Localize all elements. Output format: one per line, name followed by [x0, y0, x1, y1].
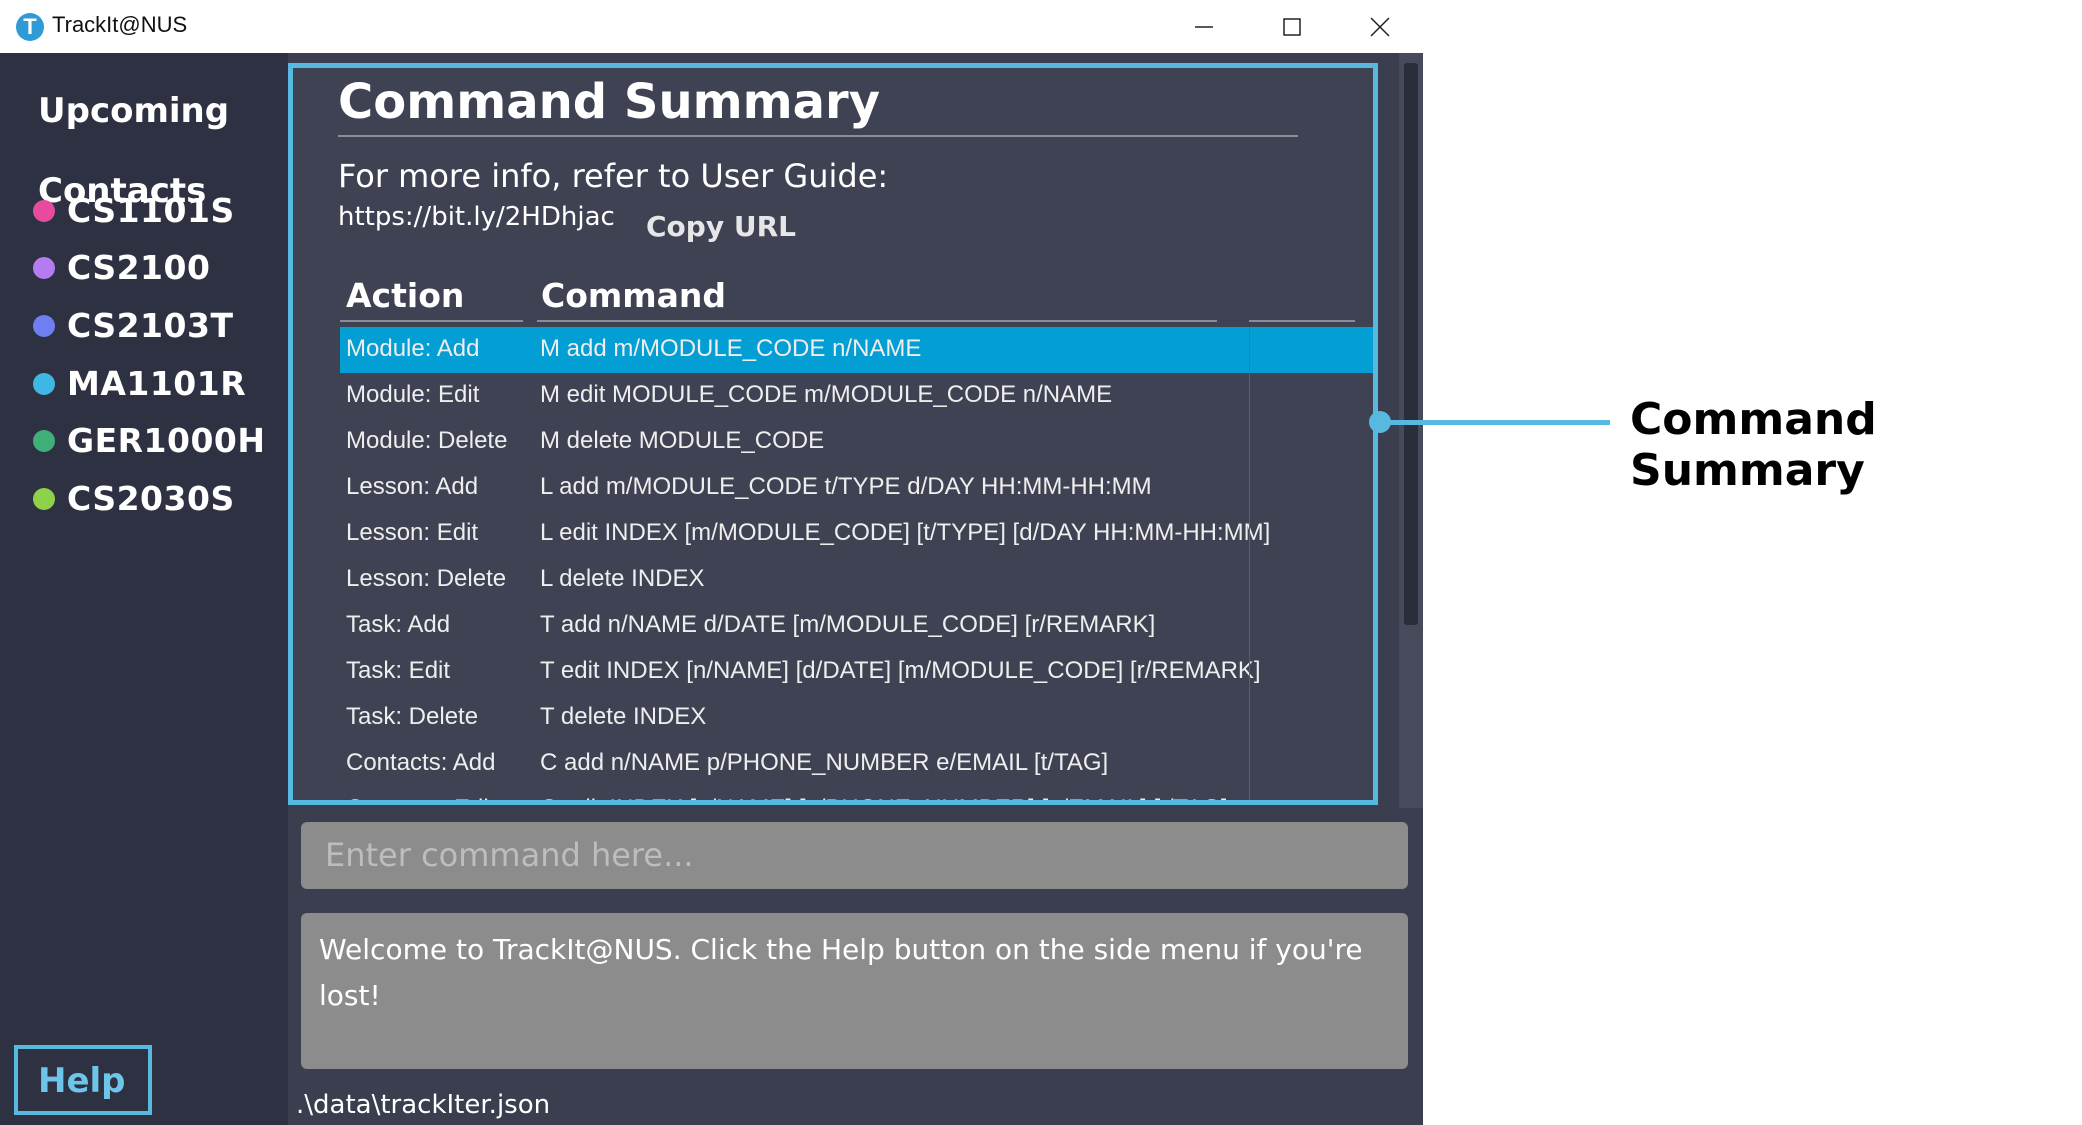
column-separator — [1249, 603, 1250, 649]
user-guide-info: For more info, refer to User Guide: — [338, 157, 889, 195]
sidebar-item-module[interactable]: GER1000H — [33, 421, 266, 460]
callout-line — [1380, 420, 1610, 425]
sidebar-item-module[interactable]: CS2100 — [33, 248, 210, 287]
module-color-dot-icon — [33, 372, 55, 395]
module-color-dot-icon — [33, 429, 55, 452]
maximize-icon — [1283, 17, 1301, 36]
module-color-dot-icon — [33, 256, 55, 279]
action-cell: Module: Add — [346, 335, 480, 362]
sidebar-item-module[interactable]: CS2103T — [33, 306, 233, 345]
command-cell: L delete INDEX — [540, 565, 705, 592]
title-divider — [338, 135, 1298, 137]
command-table: Module: Add M add m/MODULE_CODE n/NAME Mod… — [340, 327, 1373, 800]
module-label: CS2030S — [67, 479, 235, 518]
column-separator — [1249, 327, 1250, 373]
column-separator — [1249, 787, 1250, 800]
copy-url-button[interactable]: Copy URL — [646, 210, 796, 243]
header-divider — [1249, 320, 1355, 322]
column-separator — [1249, 465, 1250, 511]
module-color-dot-icon — [33, 487, 55, 510]
action-cell: Task: Edit — [346, 657, 451, 684]
module-color-dot-icon — [33, 199, 55, 222]
sidebar-item-upcoming[interactable]: Upcoming — [38, 91, 229, 131]
action-cell: Module: Delete — [346, 427, 508, 454]
table-row[interactable]: Module: Edit M edit MODULE_CODE m/MODULE_… — [340, 373, 1373, 419]
callout-label: Command Summary — [1630, 394, 1877, 496]
action-cell: Contacts: Add — [346, 749, 496, 776]
command-cell: T edit INDEX [n/NAME] [d/DATE] [m/MODULE… — [540, 657, 1261, 684]
result-text: Welcome to TrackIt@NUS. Click the Help b… — [319, 933, 1363, 1012]
close-button[interactable] — [1336, 0, 1424, 53]
action-cell: Task: Delete — [346, 703, 479, 730]
help-label: Help — [38, 1061, 126, 1101]
result-display: Welcome to TrackIt@NUS. Click the Help b… — [301, 913, 1408, 1069]
minimize-button[interactable] — [1160, 0, 1248, 53]
column-header-action[interactable]: Action — [346, 276, 464, 315]
column-header-command[interactable]: Command — [541, 276, 726, 315]
title-bar[interactable]: T TrackIt@NUS — [0, 0, 1423, 53]
window-title: TrackIt@NUS — [52, 12, 188, 37]
minimize-icon — [1195, 25, 1213, 28]
page: T TrackIt@NUS Upcoming Contacts CS1101S C… — [0, 0, 2082, 1125]
status-bar-path: .\data\trackIter.json — [296, 1090, 551, 1120]
sidebar-item-module[interactable]: CS1101S — [33, 191, 235, 230]
command-input[interactable]: Enter command here... — [301, 822, 1408, 889]
module-label: CS2100 — [67, 248, 211, 287]
table-row[interactable]: Module: Add M add m/MODULE_CODE n/NAME — [340, 327, 1373, 373]
command-cell: M delete MODULE_CODE — [540, 427, 825, 454]
column-separator — [1249, 557, 1250, 603]
command-cell: T add n/NAME d/DATE [m/MODULE_CODE] [r/R… — [540, 611, 1156, 638]
command-cell: M add m/MODULE_CODE n/NAME — [540, 335, 922, 362]
table-row[interactable]: Lesson: Add L add m/MODULE_CODE t/TYPE d/… — [340, 465, 1373, 511]
sidebar-item-module[interactable]: CS2030S — [33, 479, 235, 518]
command-cell: C edit INDEX [n/NAME] [p/PHONE_NUMBER] [… — [540, 795, 1228, 800]
module-color-dot-icon — [33, 314, 55, 337]
column-separator — [1249, 649, 1250, 695]
table-row[interactable]: Task: Delete T delete INDEX — [340, 695, 1373, 741]
column-separator — [1249, 511, 1250, 557]
table-row[interactable]: Contacts: Edit C edit INDEX [n/NAME] [p/P… — [340, 787, 1373, 800]
table-row[interactable]: Task: Add T add n/NAME d/DATE [m/MODULE_C… — [340, 603, 1373, 649]
column-separator — [1249, 419, 1250, 465]
action-cell: Lesson: Delete — [346, 565, 507, 592]
scrollbar-thumb[interactable] — [1404, 63, 1418, 625]
action-cell: Contacts: Edit — [346, 795, 495, 800]
user-guide-url: https://bit.ly/2HDhjac — [338, 202, 615, 232]
column-separator — [1249, 373, 1250, 419]
sidebar-item-module[interactable]: MA1101R — [33, 364, 246, 403]
action-cell: Module: Edit — [346, 381, 480, 408]
action-cell: Lesson: Add — [346, 473, 479, 500]
module-label: GER1000H — [67, 421, 266, 460]
command-cell: L add m/MODULE_CODE t/TYPE d/DAY HH:MM-H… — [540, 473, 1152, 500]
table-row[interactable]: Lesson: Edit L edit INDEX [m/MODULE_CODE]… — [340, 511, 1373, 557]
command-cell: L edit INDEX [m/MODULE_CODE] [t/TYPE] [d… — [540, 519, 1271, 546]
help-button[interactable]: Help — [14, 1045, 152, 1115]
table-row[interactable]: Module: Delete M delete MODULE_CODE — [340, 419, 1373, 465]
header-divider — [340, 320, 523, 322]
module-label: MA1101R — [67, 364, 247, 403]
table-row[interactable]: Contacts: Add C add n/NAME p/PHONE_NUMBER… — [340, 741, 1373, 787]
header-divider — [537, 320, 1217, 322]
action-cell: Task: Add — [346, 611, 451, 638]
page-title: Command Summary — [338, 74, 880, 130]
column-separator — [1249, 741, 1250, 787]
close-icon — [1370, 16, 1390, 37]
app-window: T TrackIt@NUS Upcoming Contacts CS1101S C… — [0, 0, 1423, 1125]
command-input-placeholder: Enter command here... — [325, 836, 694, 874]
command-cell: M edit MODULE_CODE m/MODULE_CODE n/NAME — [540, 381, 1113, 408]
table-row[interactable]: Lesson: Delete L delete INDEX — [340, 557, 1373, 603]
sidebar: Upcoming Contacts CS1101S CS2100 CS2103T MA… — [0, 53, 288, 1125]
command-summary-panel: Command Summary For more info, refer to … — [288, 63, 1378, 805]
table-row[interactable]: Task: Edit T edit INDEX [n/NAME] [d/DATE]… — [340, 649, 1373, 695]
command-cell: T delete INDEX — [540, 703, 707, 730]
module-label: CS1101S — [67, 191, 235, 230]
app-logo-icon: T — [16, 13, 44, 41]
command-cell: C add n/NAME p/PHONE_NUMBER e/EMAIL [t/T… — [540, 749, 1109, 776]
action-cell: Lesson: Edit — [346, 519, 479, 546]
module-label: CS2103T — [67, 306, 234, 345]
maximize-button[interactable] — [1248, 0, 1336, 53]
column-separator — [1249, 695, 1250, 741]
